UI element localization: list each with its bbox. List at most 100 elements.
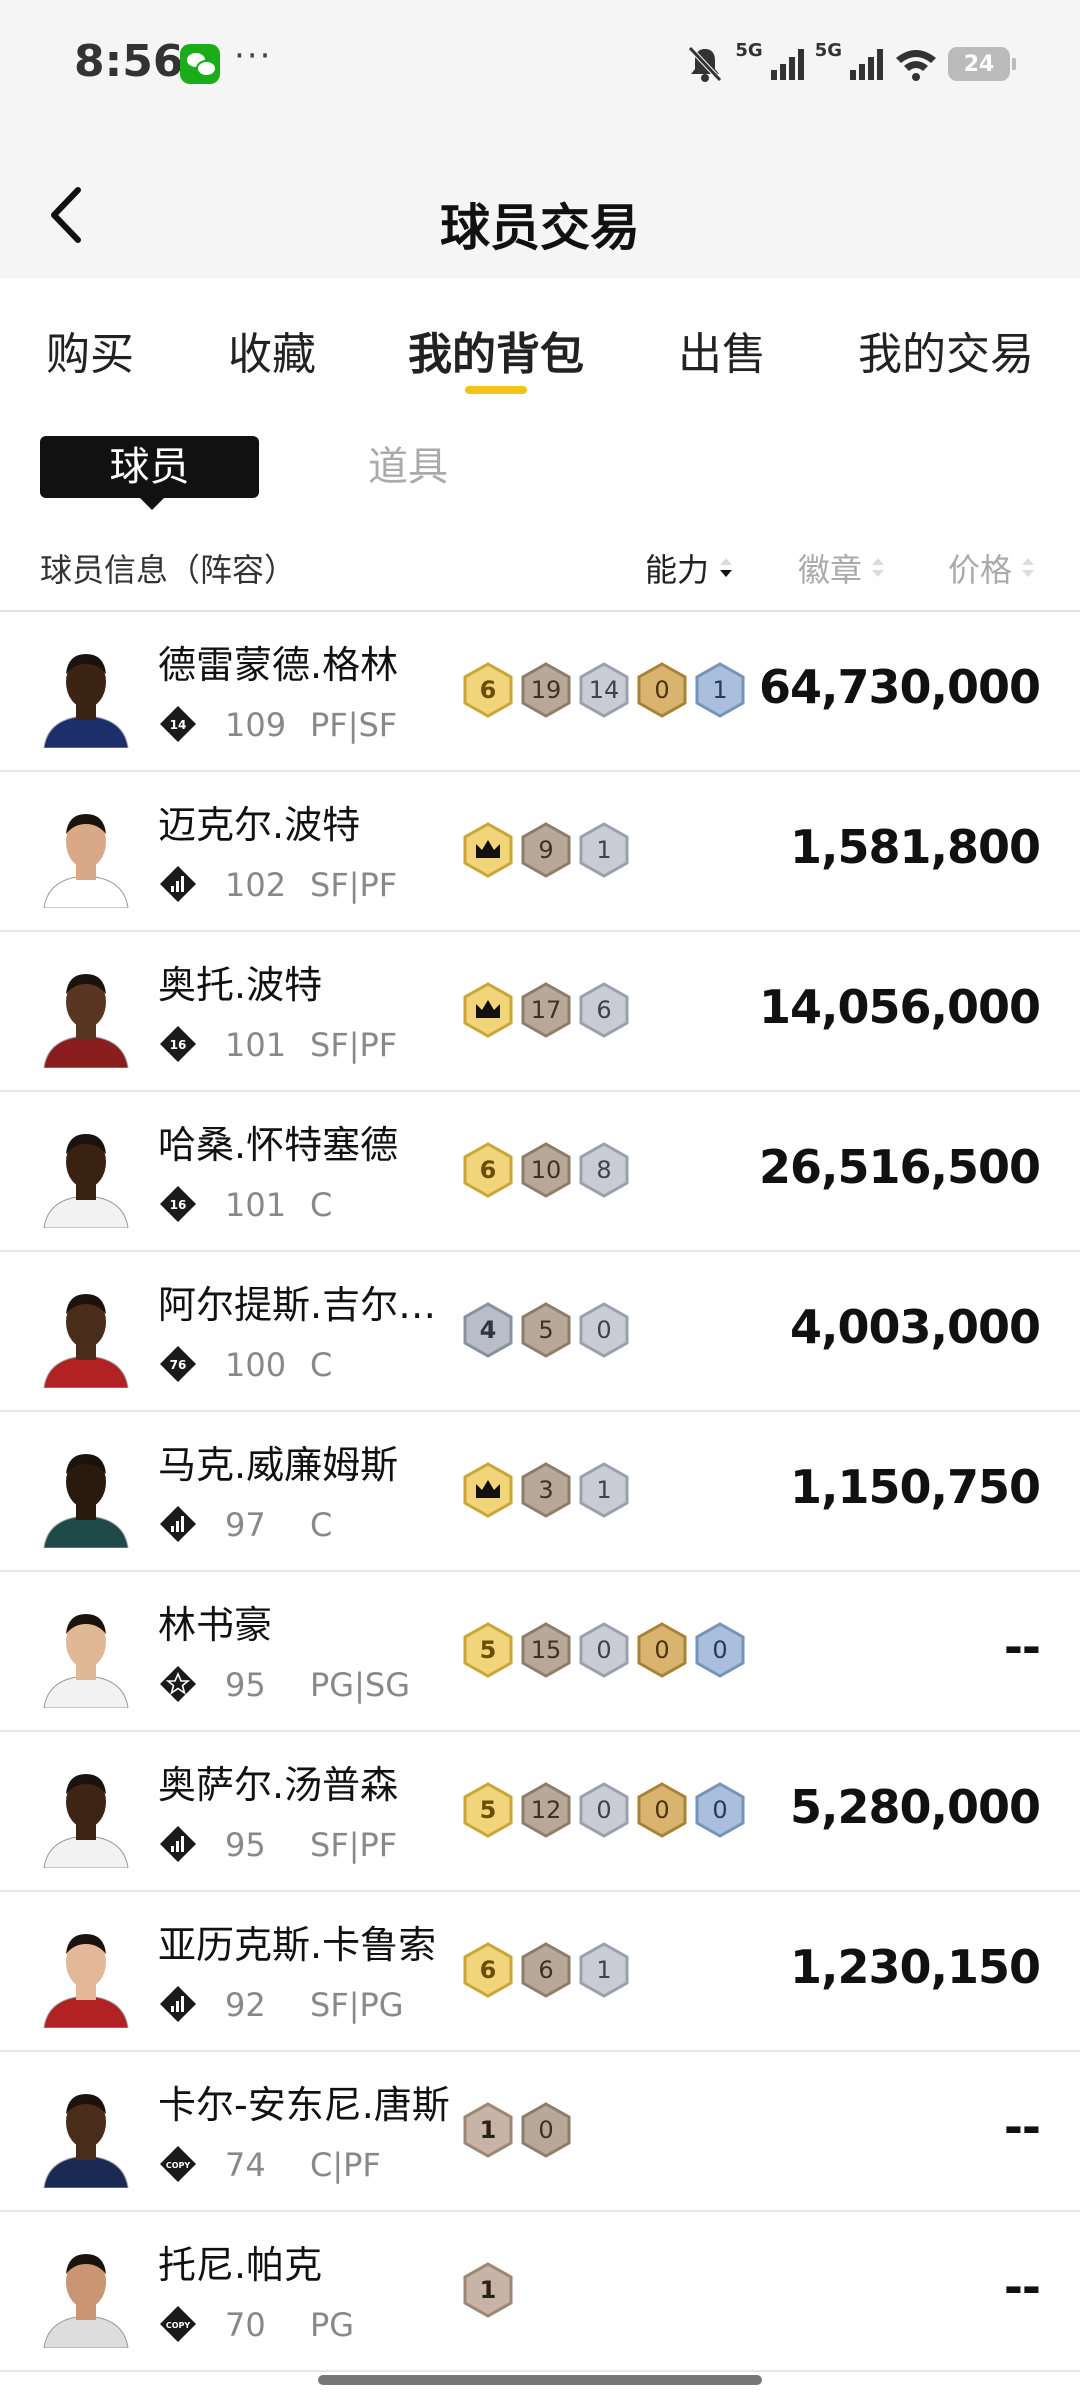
badge-hex: 6 (462, 1142, 514, 1198)
player-position: PG|SG (310, 1666, 410, 1704)
badge-hex: 0 (520, 2102, 572, 2158)
column-ability-sort[interactable]: 能力 (645, 545, 709, 591)
player-avatar (38, 1278, 134, 1388)
badge-hex: 1 (578, 1462, 630, 1518)
tab-favorites[interactable]: 收藏 (228, 318, 316, 382)
player-row[interactable]: 迈克尔.波特 102 SF|PF 9 1 1,581,800 (0, 772, 1080, 932)
badge-count: 1 (479, 2276, 497, 2304)
badge-hex: 5 (520, 1302, 572, 1358)
player-name: 马克.威廉姆斯 (158, 1443, 399, 1487)
badge-list: 5 15 0 0 0 (462, 1622, 746, 1678)
player-price: 1,230,150 (790, 1940, 1041, 1994)
player-rating: 74 (225, 2146, 266, 2184)
signal-icon (770, 49, 804, 80)
badge-count: 12 (530, 1796, 562, 1824)
player-row[interactable]: 马克.威廉姆斯 97 C 3 1 1,150,750 (0, 1412, 1080, 1572)
badge-hex: 6 (520, 1942, 572, 1998)
home-indicator[interactable] (318, 2375, 762, 2385)
player-avatar (38, 1758, 134, 1868)
sort-icon (872, 558, 884, 577)
crown-badge-icon (462, 982, 514, 1038)
badge-list: 3 1 (462, 1462, 630, 1518)
player-avatar (38, 1598, 134, 1708)
badge-count: 4 (479, 1316, 497, 1344)
player-rating: 95 (225, 1826, 266, 1864)
badge-count: 17 (530, 996, 562, 1024)
badge-list: 6 19 14 0 1 (462, 662, 746, 718)
tab-bar: 购买 收藏 我的背包 出售 我的交易 (0, 278, 1080, 408)
tier-icon: COPY (158, 2144, 198, 2184)
badge-count: 5 (479, 1796, 497, 1824)
player-row[interactable]: 阿尔提斯.吉尔… 76 100 C 4 5 0 4,003,000 (0, 1252, 1080, 1412)
player-row[interactable]: 哈桑.怀特塞德 16 101 C 6 10 8 26,516,500 (0, 1092, 1080, 1252)
player-row[interactable]: 卡尔-安东尼.唐斯 COPY 74 C|PF 1 0 -- (0, 2052, 1080, 2212)
badge-hex: 3 (520, 1462, 572, 1518)
tab-my-trades[interactable]: 我的交易 (858, 318, 1034, 382)
player-row[interactable]: 奥萨尔.汤普森 95 SF|PF 5 12 0 0 0 5,280,000 (0, 1732, 1080, 1892)
player-avatar (38, 638, 134, 748)
wifi-icon (896, 50, 936, 81)
badge-hex: 14 (578, 662, 630, 718)
badge-hex: 6 (462, 1942, 514, 1998)
badge-count: 0 (712, 1636, 728, 1664)
badge-count: 19 (530, 676, 562, 704)
badge-count: 3 (538, 1476, 554, 1504)
player-position: SF|PF (310, 866, 398, 904)
badge-hex: 6 (578, 982, 630, 1038)
badge-hex: 10 (520, 1142, 572, 1198)
player-position: SF|PF (310, 1026, 398, 1064)
tab-buy[interactable]: 购买 (46, 318, 134, 382)
badge-hex: 0 (694, 1622, 746, 1678)
svg-text:16: 16 (170, 1198, 187, 1212)
player-avatar (38, 958, 134, 1068)
player-row[interactable]: 德雷蒙德.格林 14 109 PF|SF 6 19 14 0 1 64,730,000 (0, 612, 1080, 772)
badge-hex: 0 (636, 1782, 688, 1838)
column-price-sort[interactable]: 价格 (948, 545, 1012, 591)
player-position: PF|SF (310, 706, 398, 744)
player-row[interactable]: 亚历克斯.卡鲁索 92 SF|PG 6 6 1 1,230,150 (0, 1892, 1080, 2052)
player-name: 奥萨尔.汤普森 (158, 1763, 399, 1807)
badge-count: 6 (479, 1956, 497, 1984)
column-player-info: 球员信息（阵容） (40, 551, 297, 589)
tier-icon: 76 (158, 1344, 198, 1384)
mute-icon (688, 46, 723, 82)
tier-icon: 16 (158, 1184, 198, 1224)
battery-icon: 24 (948, 47, 1016, 81)
player-row[interactable]: 奥托.波特 16 101 SF|PF 17 6 14,056,000 (0, 932, 1080, 1092)
player-position: PG (310, 2306, 355, 2344)
badge-count: 1 (596, 836, 612, 864)
badge-hex: 15 (520, 1622, 572, 1678)
wechat-icon (180, 44, 220, 84)
player-rating: 101 (225, 1186, 287, 1224)
player-avatar (38, 1918, 134, 2028)
badge-hex: 6 (462, 662, 514, 718)
subtab-player[interactable]: 球员 (40, 436, 259, 510)
badge-hex: 0 (694, 1782, 746, 1838)
player-row[interactable]: 林书豪 95 PG|SG 5 15 0 0 0 -- (0, 1572, 1080, 1732)
badge-hex: 0 (578, 1622, 630, 1678)
tab-my-bag[interactable]: 我的背包 (408, 318, 584, 382)
player-price: 26,516,500 (758, 1140, 1041, 1194)
tab-sell[interactable]: 出售 (678, 318, 766, 382)
player-rating: 92 (225, 1986, 266, 2024)
crown-badge-icon (462, 1462, 514, 1518)
signal-label-1: 5G (735, 39, 763, 61)
tier-icon (158, 1504, 198, 1544)
badge-count: 9 (538, 836, 554, 864)
player-position: C (310, 1506, 333, 1544)
player-list: 德雷蒙德.格林 14 109 PF|SF 6 19 14 0 1 64,730,000 … (0, 612, 1080, 2372)
player-name: 迈克尔.波特 (158, 803, 361, 847)
player-rating: 70 (225, 2306, 266, 2344)
badge-hex: 1 (694, 662, 746, 718)
badge-count: 5 (538, 1316, 554, 1344)
player-price: -- (1003, 1620, 1041, 1674)
column-badge-sort[interactable]: 徽章 (798, 545, 862, 591)
signal-icon (850, 49, 883, 80)
player-position: C|PF (310, 2146, 381, 2184)
player-name: 亚历克斯.卡鲁索 (158, 1923, 437, 1967)
badge-hex: 19 (520, 662, 572, 718)
badge-hex: 0 (636, 1622, 688, 1678)
player-avatar (38, 2238, 134, 2348)
player-row[interactable]: 托尼.帕克 COPY 70 PG 1 -- (0, 2212, 1080, 2372)
subtab-item[interactable]: 道具 (368, 438, 448, 496)
